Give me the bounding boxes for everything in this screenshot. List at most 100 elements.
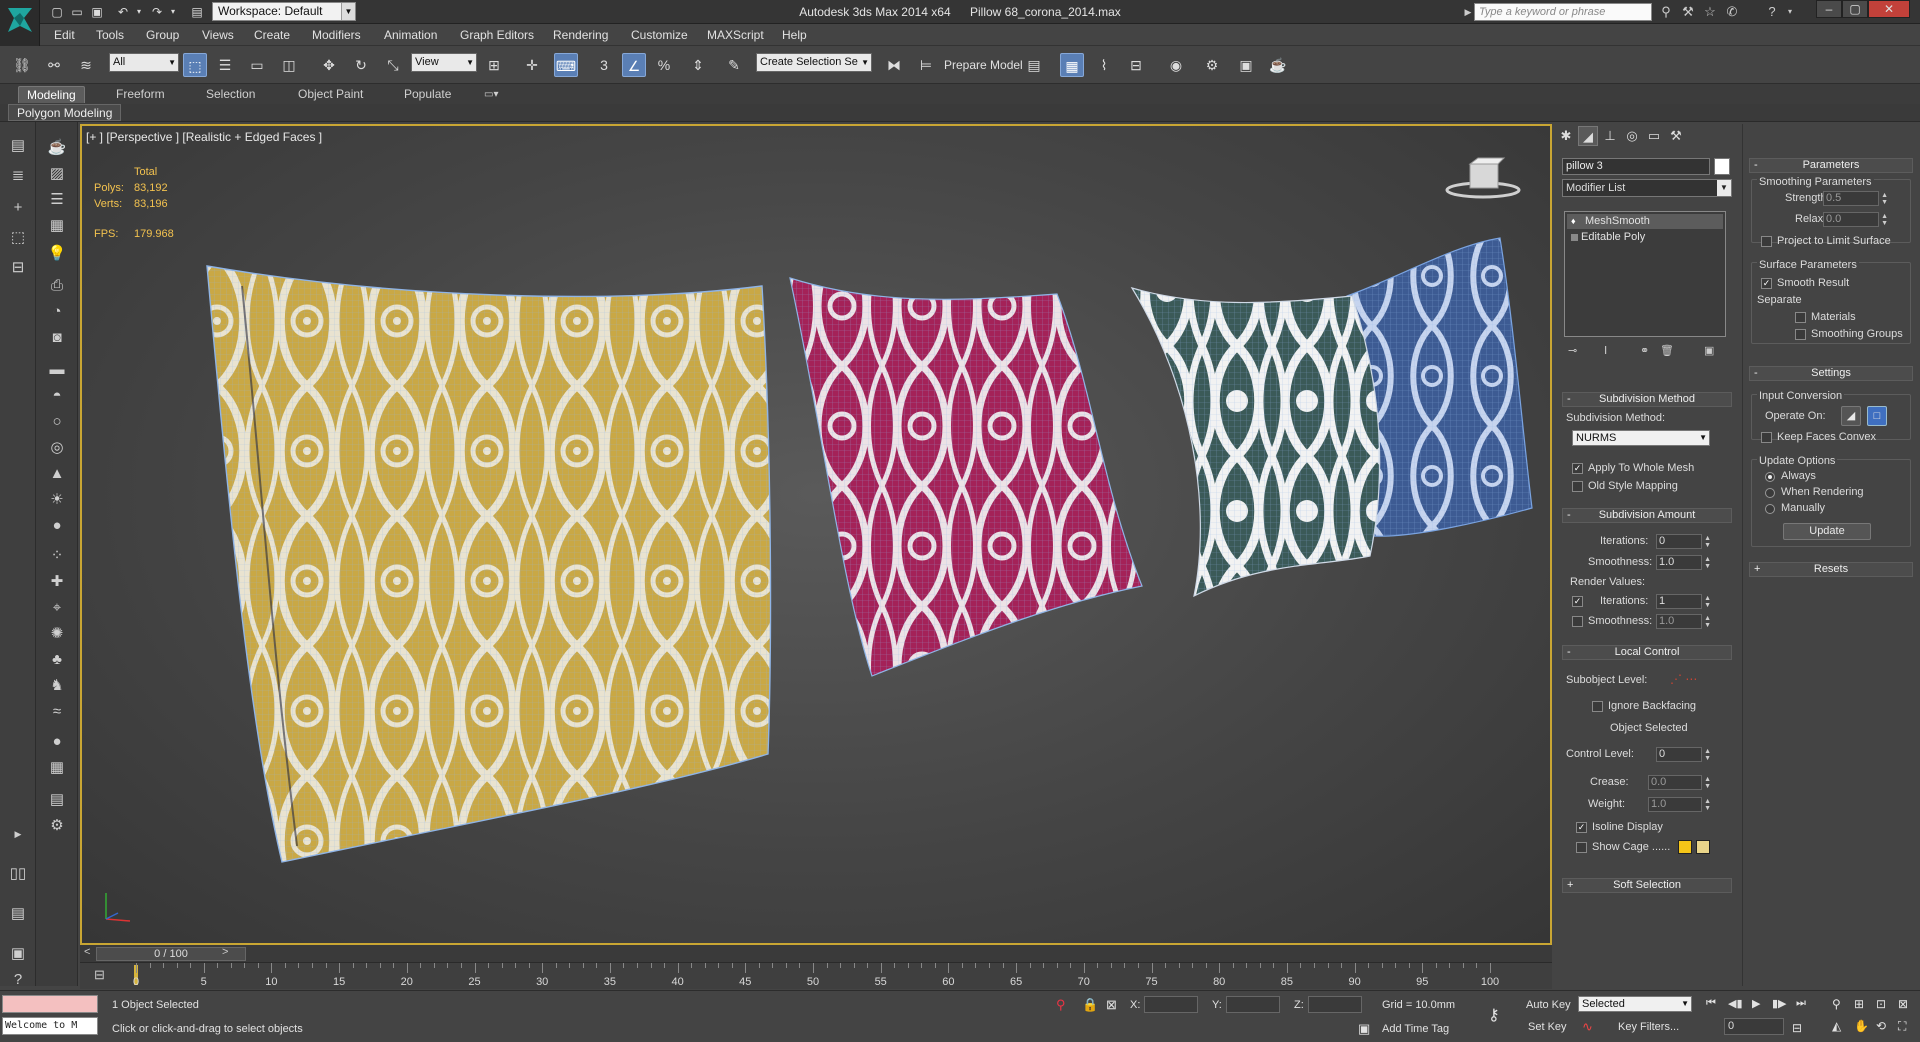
- help-dropdown-icon[interactable]: ▾: [1780, 3, 1800, 21]
- make-unique-icon[interactable]: ⚭: [1640, 344, 1649, 357]
- object-name-field[interactable]: pillow 3: [1562, 158, 1710, 175]
- select-object-icon[interactable]: ⬚: [183, 53, 207, 77]
- minimize-button[interactable]: –: [1816, 0, 1842, 18]
- isoline-display-checkbox[interactable]: ✓: [1576, 822, 1587, 833]
- video-camera-icon[interactable]: ◙: [45, 326, 69, 350]
- add-time-tag[interactable]: Add Time Tag: [1382, 1023, 1449, 1035]
- goto-end-icon[interactable]: ⏭: [1796, 997, 1806, 1010]
- project-folder-icon[interactable]: ▤: [188, 3, 206, 21]
- render-production-icon[interactable]: ☕: [1266, 53, 1290, 77]
- help-circle-icon[interactable]: ?: [6, 968, 30, 992]
- modifier-list-dropdown[interactable]: Modifier List ▼: [1562, 179, 1732, 197]
- snaps-toggle-icon[interactable]: 3: [592, 53, 616, 77]
- keyboard-shortcut-override-icon[interactable]: ⌨: [554, 53, 578, 77]
- layers-icon[interactable]: ≣: [6, 164, 30, 188]
- biped-icon[interactable]: ♞: [45, 674, 69, 698]
- foliage-icon[interactable]: ♣: [45, 648, 69, 672]
- script-icon[interactable]: ▤: [45, 788, 69, 812]
- undo-dropdown-icon[interactable]: ▾: [130, 3, 148, 21]
- show-end-result-icon[interactable]: Ⅰ: [1604, 344, 1607, 357]
- reference-coordinate-dropdown[interactable]: View ▼: [411, 53, 477, 72]
- select-and-link-icon[interactable]: ⛓: [10, 53, 34, 77]
- prev-frame-icon[interactable]: <: [84, 946, 90, 958]
- menu-group[interactable]: Group: [146, 28, 179, 42]
- hair-icon[interactable]: ≈: [45, 700, 69, 724]
- percent-snap-icon[interactable]: %: [652, 53, 676, 77]
- select-by-name-icon[interactable]: ☰: [213, 53, 237, 77]
- torus-icon[interactable]: ◎: [45, 436, 69, 460]
- perspective-viewport[interactable]: [+ ] [Perspective ] [Realistic + Edged F…: [80, 124, 1552, 945]
- material-editor-icon[interactable]: ◉: [1164, 53, 1188, 77]
- separate-materials-checkbox[interactable]: [1795, 312, 1806, 323]
- show-cage-checkbox[interactable]: [1576, 842, 1587, 853]
- render-smoothness-spinner[interactable]: 1.0 ▲ ▼: [1656, 614, 1711, 629]
- smooth-result-checkbox[interactable]: ✓: [1761, 278, 1772, 289]
- crease-spinner[interactable]: 0.0 ▲ ▼: [1648, 775, 1711, 790]
- soft-selection-rollout[interactable]: + Soft Selection: [1562, 878, 1732, 893]
- maxscript-listener-mini[interactable]: [2, 995, 98, 1013]
- subdivision-method-rollout[interactable]: - Subdivision Method: [1562, 392, 1732, 407]
- stack-item-editable-poly[interactable]: Editable Poly: [1567, 230, 1723, 245]
- select-filter-icon[interactable]: ⬚: [6, 226, 30, 250]
- zoom-all-icon[interactable]: ⊞: [1854, 997, 1864, 1011]
- list-icon[interactable]: ☰: [45, 188, 69, 212]
- selection-filter-dropdown[interactable]: All ▼: [109, 53, 179, 72]
- utilities-tab-icon[interactable]: ⚒: [1666, 126, 1686, 146]
- menu-graph-editors[interactable]: Graph Editors: [460, 28, 534, 42]
- absolute-mode-icon[interactable]: ⊠: [1106, 997, 1117, 1013]
- track-bar[interactable]: ⊟ 0 5 10 15 20 25 30 35 40 45 50 55 60 65 70 75 80 85 90 95…: [80, 963, 1552, 989]
- render-smoothness-checkbox[interactable]: [1572, 616, 1583, 627]
- favorites-star-icon[interactable]: ☆: [1700, 3, 1720, 21]
- sun-light-icon[interactable]: ☀: [45, 488, 69, 512]
- stack-item-meshsmooth[interactable]: ♦ MeshSmooth: [1567, 214, 1723, 229]
- set-key-icon[interactable]: ∿: [1582, 1019, 1593, 1035]
- operate-on-polygons-icon[interactable]: □: [1867, 406, 1887, 426]
- update-manually-radio[interactable]: [1765, 504, 1775, 514]
- mirror-icon[interactable]: ⧓: [882, 53, 906, 77]
- selection-lock-icon[interactable]: 🔒: [1082, 997, 1098, 1013]
- menu-create[interactable]: Create: [254, 28, 290, 42]
- light-bulb-icon[interactable]: 💡: [45, 242, 69, 266]
- open-file-icon[interactable]: ▭: [68, 3, 86, 21]
- menu-tools[interactable]: Tools: [96, 28, 124, 42]
- camera-icon[interactable]: ⎙: [45, 274, 69, 298]
- operate-on-triangles-icon[interactable]: ◢: [1841, 406, 1861, 426]
- prepare-model-label[interactable]: Prepare Model: [944, 58, 1023, 72]
- viewcube-icon[interactable]: [1444, 156, 1522, 202]
- expand-toolbar-icon[interactable]: ▶: [6, 822, 30, 846]
- tab-populate[interactable]: Populate: [396, 86, 459, 103]
- key-mode-dropdown[interactable]: Selected ▼: [1578, 996, 1692, 1012]
- pin-stack-icon[interactable]: ⊸: [1568, 344, 1577, 357]
- geosphere-icon[interactable]: ●: [45, 514, 69, 538]
- named-selection-dropdown[interactable]: Create Selection Se ▼: [756, 53, 872, 72]
- app-menu-button[interactable]: [0, 0, 40, 46]
- help-icon[interactable]: ?: [1762, 3, 1782, 21]
- menu-help[interactable]: Help: [782, 28, 807, 42]
- spinner-snap-icon[interactable]: ⇕: [686, 53, 710, 77]
- viewport-layout-3-icon[interactable]: ▣: [6, 942, 30, 966]
- render-setup-icon[interactable]: ⚙: [1200, 53, 1224, 77]
- rectangular-selection-icon[interactable]: ▭: [245, 53, 269, 77]
- menu-animation[interactable]: Animation: [384, 28, 437, 42]
- create-tab-icon[interactable]: ✱: [1556, 126, 1576, 146]
- search-input[interactable]: Type a keyword or phrase: [1474, 3, 1652, 21]
- menu-modifiers[interactable]: Modifiers: [312, 28, 361, 42]
- scene-explorer-icon[interactable]: ▤: [6, 134, 30, 158]
- field-of-view-icon[interactable]: ◭: [1832, 1019, 1841, 1033]
- object-color-swatch[interactable]: [1714, 158, 1730, 175]
- ribbon-options-icon[interactable]: ▭▾: [476, 86, 506, 103]
- remove-modifier-icon[interactable]: 🗑: [1660, 344, 1674, 357]
- menu-customize[interactable]: Customize: [631, 28, 688, 42]
- space-warp-icon[interactable]: ✺: [45, 622, 69, 646]
- teapot-icon[interactable]: ☕: [45, 136, 69, 160]
- zoom-icon[interactable]: ⚲: [1832, 997, 1841, 1011]
- control-level-spinner[interactable]: 0 ▲ ▼: [1656, 747, 1711, 762]
- zoom-extents-all-icon[interactable]: ⊠: [1898, 997, 1908, 1011]
- pan-view-icon[interactable]: ✋: [1854, 1019, 1869, 1033]
- goto-start-icon[interactable]: ⏮: [1706, 997, 1716, 1010]
- isolate-selection-icon[interactable]: ⚲: [1056, 997, 1066, 1013]
- menu-rendering[interactable]: Rendering: [553, 28, 608, 42]
- new-file-icon[interactable]: ▢: [48, 3, 66, 21]
- grid-icon[interactable]: ▦: [45, 214, 69, 238]
- mini-curve-editor-icon[interactable]: ⊟: [94, 967, 105, 983]
